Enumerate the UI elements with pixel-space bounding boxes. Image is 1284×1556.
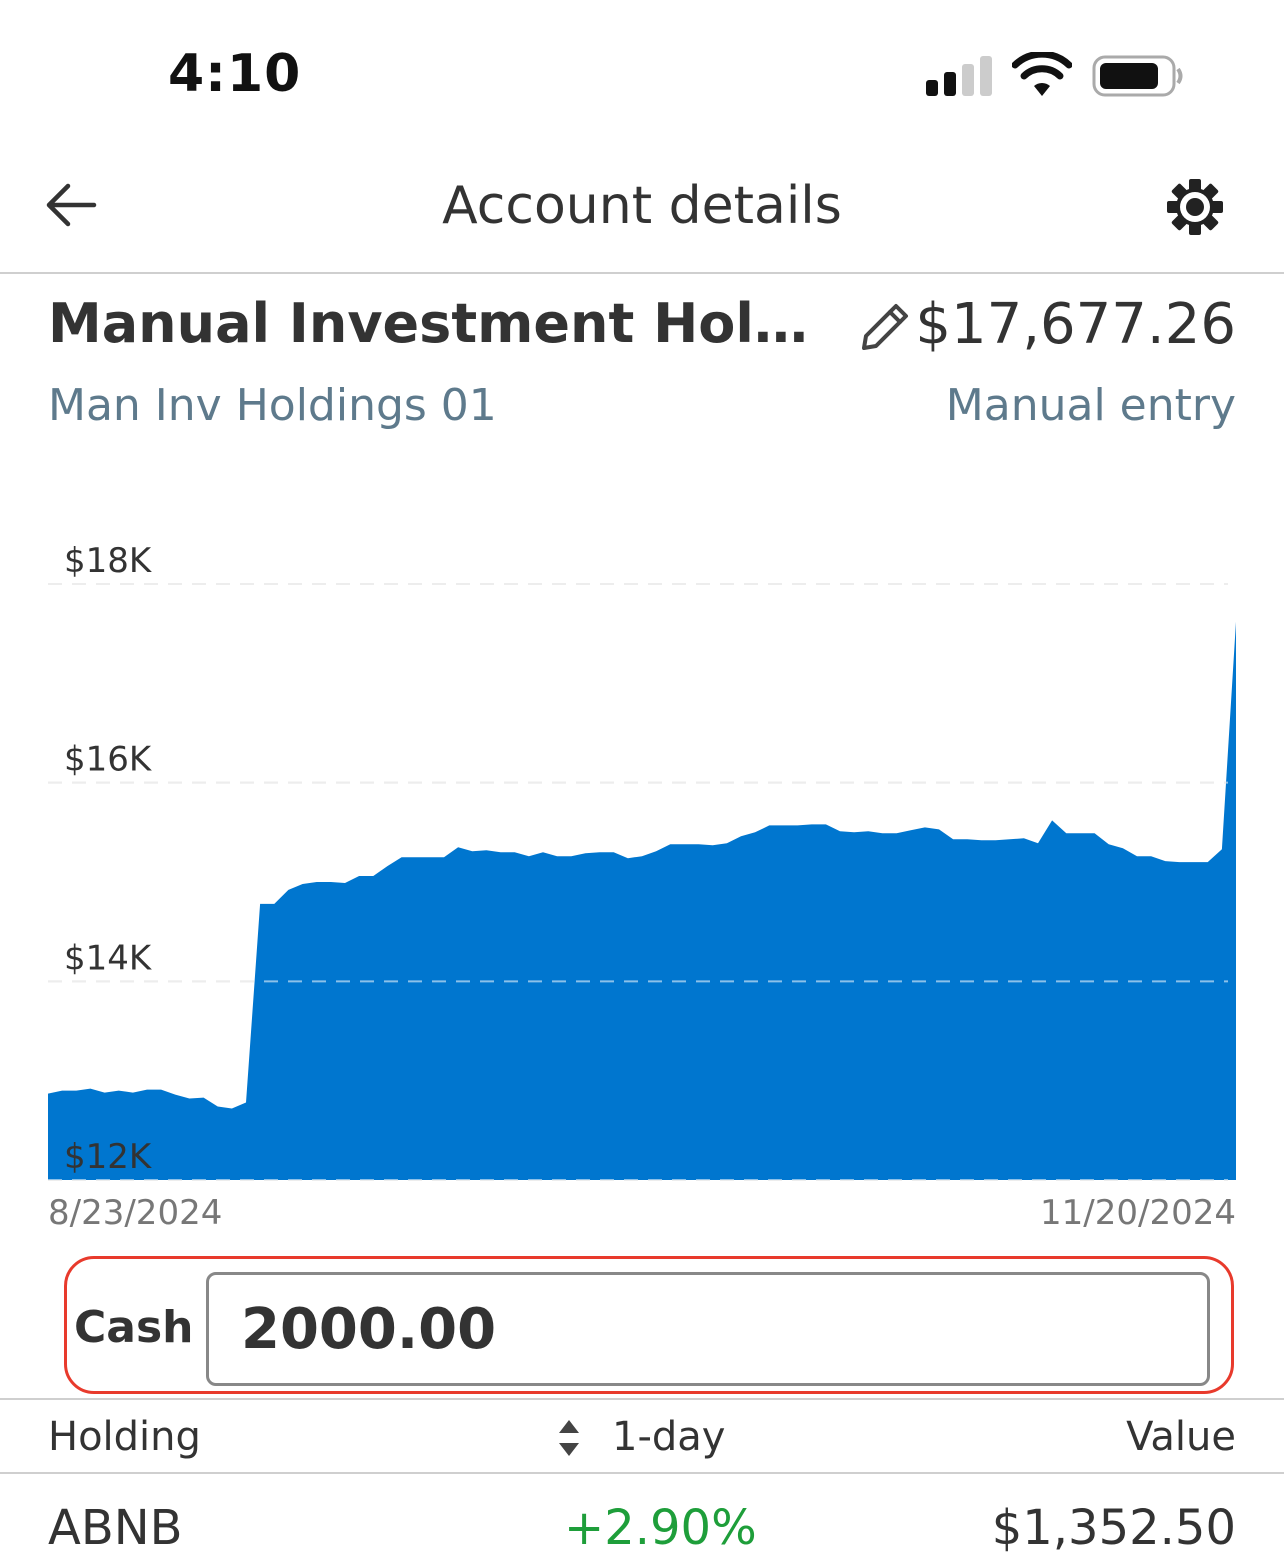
holdings-header-divider (0, 1472, 1284, 1474)
edit-pencil-icon[interactable] (856, 298, 914, 356)
sort-icon[interactable] (556, 1418, 582, 1458)
y-tick-label: $18K (64, 541, 153, 581)
holding-1-day-change: +2.90% (564, 1500, 757, 1556)
page-title: Account details (442, 176, 842, 236)
cash-input[interactable] (206, 1272, 1210, 1386)
holding-ticker[interactable]: ABNB (48, 1500, 183, 1556)
account-source: Manual entry (945, 380, 1236, 431)
holdings-top-divider (0, 1398, 1284, 1400)
column-header-holding[interactable]: Holding (48, 1414, 201, 1460)
balance-history-chart: $12K $14K $16K $18K 8/23/2024 11/20/2024 (48, 541, 1236, 1233)
holding-value: $1,352.50 (991, 1500, 1236, 1556)
x-end-label: 11/20/2024 (1040, 1193, 1236, 1233)
status-time: 4:10 (168, 44, 302, 104)
column-header-value[interactable]: Value (1126, 1414, 1236, 1460)
y-tick-label: $14K (64, 938, 153, 978)
battery-icon (1092, 55, 1183, 97)
cash-label: Cash (74, 1302, 194, 1353)
gear-icon[interactable] (1164, 176, 1226, 238)
account-subtitle: Man Inv Holdings 01 (48, 380, 497, 431)
y-tick-label: $16K (64, 740, 153, 780)
header-divider (0, 272, 1284, 274)
balance-area-series (48, 621, 1236, 1180)
x-start-label: 8/23/2024 (48, 1193, 222, 1233)
account-name: Manual Investment Holdi... (48, 292, 808, 355)
cellular-signal-icon (926, 56, 992, 96)
account-balance: $17,677.26 (915, 292, 1236, 357)
y-tick-label: $12K (64, 1137, 153, 1177)
wifi-icon (1012, 52, 1072, 96)
column-header-1-day[interactable]: 1-day (612, 1414, 725, 1460)
